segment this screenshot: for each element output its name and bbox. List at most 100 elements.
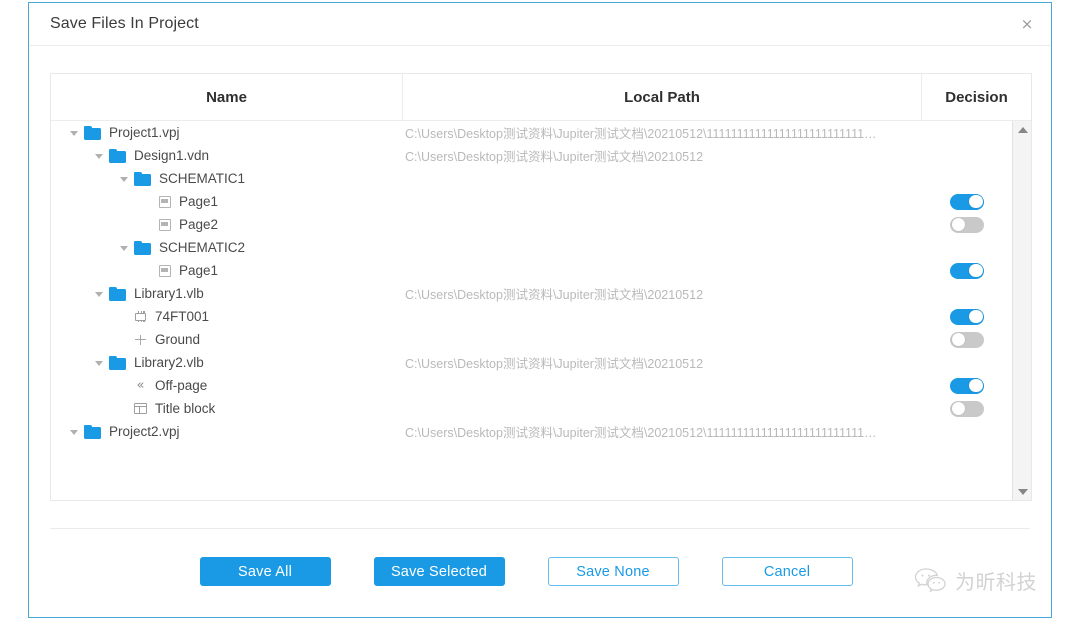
- expand-collapse-icon[interactable]: [93, 149, 106, 162]
- toggle-knob: [951, 401, 965, 416]
- toggle-knob: [969, 263, 983, 278]
- footer-divider: [50, 528, 1030, 529]
- table-row[interactable]: SCHEMATIC1: [51, 167, 1012, 190]
- cell-decision: [922, 377, 1012, 394]
- cell-name: « Off-page: [51, 378, 403, 393]
- table-row[interactable]: Library2.vlb C:\Users\Desktop测试资料\Jupiter…: [51, 351, 1012, 374]
- item-label: Library2.vlb: [134, 355, 204, 370]
- cell-name: Page1: [51, 263, 403, 278]
- expand-collapse-icon[interactable]: [68, 126, 81, 139]
- table-row[interactable]: Design1.vdn C:\Users\Desktop测试资料\Jupiter测…: [51, 144, 1012, 167]
- close-icon[interactable]: ×: [1013, 10, 1041, 38]
- toggle-knob: [969, 378, 983, 393]
- decision-toggle[interactable]: [950, 262, 984, 279]
- files-table: Name Local Path Decision Project1.vpj C:\…: [50, 73, 1032, 501]
- expand-collapse-icon[interactable]: [93, 356, 106, 369]
- item-label: Page1: [179, 263, 219, 278]
- cell-local-path: C:\Users\Desktop测试资料\Jupiter测试文档\2021051…: [405, 288, 704, 302]
- item-label: 74FT001: [155, 309, 210, 324]
- item-label: Page2: [179, 217, 219, 232]
- table-row[interactable]: Page2: [51, 213, 1012, 236]
- folder-icon: [109, 355, 126, 370]
- toggle-knob: [951, 332, 965, 347]
- cell-name: Library2.vlb: [51, 355, 403, 370]
- cell-decision: [922, 193, 1012, 210]
- expand-collapse-icon[interactable]: [68, 425, 81, 438]
- expand-collapse-icon[interactable]: [118, 241, 131, 254]
- decision-toggle[interactable]: [950, 216, 984, 233]
- cell-decision: [922, 216, 1012, 233]
- column-header-decision: Decision: [945, 88, 1008, 106]
- folder-icon: [84, 424, 101, 439]
- page-icon: [159, 218, 171, 231]
- scroll-down-icon[interactable]: [1013, 483, 1031, 500]
- folder-icon: [134, 171, 151, 186]
- column-header-local-path: Local Path: [403, 74, 922, 120]
- toggle-knob: [969, 309, 983, 324]
- scrollbar-thumb[interactable]: [1016, 141, 1028, 201]
- expand-collapse-icon[interactable]: [93, 287, 106, 300]
- table-header: Name Local Path Decision: [51, 74, 1031, 121]
- table-row[interactable]: Page1: [51, 259, 1012, 282]
- folder-icon: [134, 240, 151, 255]
- decision-toggle[interactable]: [950, 193, 984, 210]
- table-row[interactable]: Page1: [51, 190, 1012, 213]
- folder-icon: [109, 286, 126, 301]
- cell-decision: [922, 262, 1012, 279]
- item-label: Project1.vpj: [109, 125, 180, 140]
- table-row[interactable]: SCHEMATIC2: [51, 236, 1012, 259]
- table-row[interactable]: « Off-page: [51, 374, 1012, 397]
- item-label: Library1.vlb: [134, 286, 204, 301]
- folder-icon: [84, 125, 101, 140]
- cell-decision: [922, 308, 1012, 325]
- table-row[interactable]: 74FT001: [51, 305, 1012, 328]
- cell-name: Project1.vpj: [51, 125, 403, 140]
- offpage-icon: «: [136, 377, 145, 393]
- cell-decision: [922, 331, 1012, 348]
- cell-local-path: C:\Users\Desktop测试资料\Jupiter测试文档\2021051…: [405, 426, 877, 440]
- table-row[interactable]: Title block: [51, 397, 1012, 420]
- folder-icon: [109, 148, 126, 163]
- item-label: SCHEMATIC2: [159, 240, 246, 255]
- cell-local-path: C:\Users\Desktop测试资料\Jupiter测试文档\2021051…: [405, 357, 704, 371]
- footer-buttons: Save All Save Selected Save None Cancel: [29, 557, 1051, 586]
- vertical-scrollbar[interactable]: [1012, 121, 1031, 500]
- expand-collapse-icon[interactable]: [118, 172, 131, 185]
- cell-local-path: C:\Users\Desktop测试资料\Jupiter测试文档\2021051…: [405, 150, 704, 164]
- table-row[interactable]: Ground: [51, 328, 1012, 351]
- cell-name: Library1.vlb: [51, 286, 403, 301]
- toggle-knob: [969, 194, 983, 209]
- dialog-body: Name Local Path Decision Project1.vpj C:\…: [29, 46, 1051, 617]
- cell-name: 74FT001: [51, 309, 403, 324]
- dialog-titlebar: Save Files In Project ×: [29, 3, 1051, 46]
- table-row[interactable]: Project1.vpj C:\Users\Desktop测试资料\Jupiter…: [51, 121, 1012, 144]
- table-row[interactable]: Project2.vpj C:\Users\Desktop测试资料\Jupiter…: [51, 420, 1012, 443]
- scroll-up-icon[interactable]: [1013, 121, 1031, 138]
- table-body: Project1.vpj C:\Users\Desktop测试资料\Jupiter…: [51, 121, 1031, 500]
- cell-name: Project2.vpj: [51, 424, 403, 439]
- decision-toggle[interactable]: [950, 331, 984, 348]
- cell-name: Page2: [51, 217, 403, 232]
- item-label: Ground: [155, 332, 201, 347]
- save-selected-button[interactable]: Save Selected: [373, 557, 505, 586]
- save-files-dialog: Save Files In Project × Name Local Path …: [28, 2, 1052, 618]
- cell-name: Page1: [51, 194, 403, 209]
- page-title: Save Files In Project: [50, 15, 199, 32]
- decision-toggle[interactable]: [950, 308, 984, 325]
- table-row[interactable]: Library1.vlb C:\Users\Desktop测试资料\Jupiter…: [51, 282, 1012, 305]
- titleblock-icon: [134, 403, 147, 414]
- page-icon: [159, 264, 171, 277]
- cell-name: Title block: [51, 401, 403, 416]
- column-header-name: Name: [51, 74, 403, 120]
- cancel-button[interactable]: Cancel: [721, 557, 853, 586]
- cell-decision: [922, 400, 1012, 417]
- save-all-button[interactable]: Save All: [199, 557, 331, 586]
- save-none-button[interactable]: Save None: [547, 557, 679, 586]
- decision-toggle[interactable]: [950, 377, 984, 394]
- decision-toggle[interactable]: [950, 400, 984, 417]
